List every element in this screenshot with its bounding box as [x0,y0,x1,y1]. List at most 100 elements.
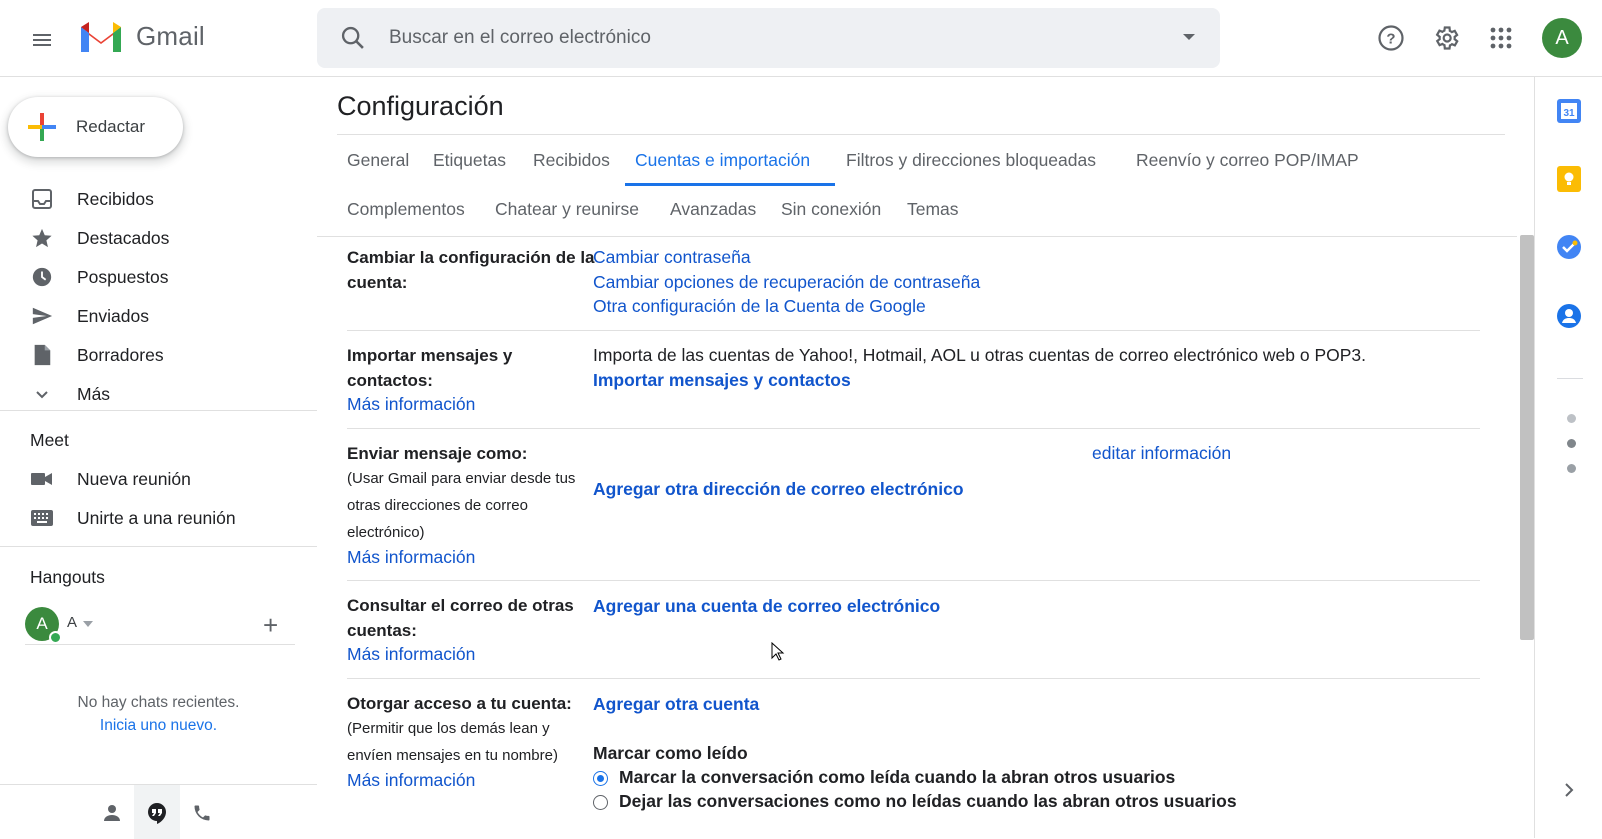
leave-unread-option-label[interactable]: Dejar las conversaciones como no leídas … [619,791,1237,812]
sidebar-item-label: Nueva reunión [77,468,191,489]
hangouts-title: Hangouts [30,567,105,587]
account-avatar[interactable]: A [1542,18,1582,58]
sidebar-item-drafts[interactable]: Borradores [0,335,317,375]
tasks-app[interactable] [1555,233,1583,261]
star-icon [30,226,54,250]
addon-dot[interactable] [1567,414,1576,423]
sidebar-item-new-meeting[interactable]: Nueva reunión [0,459,317,499]
draft-icon [30,343,54,367]
send-as-description: (Usar Gmail para enviar desde tus otras … [347,470,576,541]
gear-icon [1435,26,1459,50]
check-mail-more-info-link[interactable]: Más información [347,644,475,665]
tab-general[interactable]: General [347,150,409,171]
sidebar-item-join-meeting[interactable]: Unirte a una reunión [0,498,317,538]
import-messages-link[interactable]: Importar mensajes y contactos [593,370,851,391]
mark-read-radio[interactable] [593,771,608,786]
settings-button[interactable] [1430,22,1462,54]
help-icon: ? [1378,25,1404,51]
mark-as-read-title: Marcar como leído [593,743,748,763]
add-email-address-link[interactable]: Agregar otra dirección de correo electró… [593,479,964,500]
change-account-label: Cambiar la configuración de la cuenta: [347,248,595,292]
tab-inbox[interactable]: Recibidos [533,150,610,171]
search-input[interactable]: Buscar en el correo electrónico [389,27,651,49]
apps-grid-icon [1490,27,1512,49]
tab-advanced[interactable]: Avanzadas [670,199,756,220]
svg-text:31: 31 [1563,108,1575,119]
divider [347,678,1480,679]
divider [25,644,295,645]
gmail-logo[interactable]: Gmail [78,18,205,54]
grant-access-more-info-link[interactable]: Más información [347,770,475,791]
no-chats-text: No hay chats recientes. [77,694,240,711]
app-name: Gmail [136,20,205,51]
tab-labels[interactable]: Etiquetas [433,150,506,171]
change-recovery-link[interactable]: Cambiar opciones de recuperación de cont… [593,272,980,293]
tab-forwarding[interactable]: Reenvío y correo POP/IMAP [1136,150,1359,171]
search-bar[interactable]: Buscar en el correo electrónico [317,8,1220,68]
divider [1557,378,1583,379]
addon-dot[interactable] [1567,464,1576,473]
tab-addons[interactable]: Complementos [347,199,465,220]
sidebar-item-label: Más [77,383,111,404]
add-another-account-link[interactable]: Agregar otra cuenta [593,694,759,715]
google-account-settings-link[interactable]: Otra configuración de la Cuenta de Googl… [593,296,926,317]
phone-icon [194,805,210,821]
tab-filters[interactable]: Filtros y direcciones bloqueadas [846,150,1096,171]
divider [317,236,1517,237]
tab-offline[interactable]: Sin conexión [781,199,881,220]
new-chat-plus-icon[interactable]: + [263,612,278,638]
search-icon[interactable] [339,24,367,52]
main-menu-button[interactable] [24,22,60,58]
sidebar-item-label: Enviados [77,305,149,326]
addon-dot[interactable] [1567,439,1576,448]
sidebar-item-more[interactable]: Más [0,374,317,414]
keep-icon [1557,166,1581,192]
chevron-right-icon[interactable] [1563,782,1575,798]
contacts-icon [1557,304,1581,328]
hangouts-user[interactable]: A A + [25,607,295,644]
send-icon [30,304,54,328]
tasks-icon [1557,235,1581,259]
help-button[interactable]: ? [1375,22,1407,54]
sidebar-item-starred[interactable]: Destacados [0,218,317,258]
send-as-label: Enviar mensaje como: [347,444,528,463]
hangouts-tab[interactable] [141,797,173,829]
start-new-chat-link[interactable]: Inicia uno nuevo. [0,717,317,735]
sidebar-item-snoozed[interactable]: Pospuestos [0,257,317,297]
send-as-more-info-link[interactable]: Más información [347,547,475,568]
import-more-info-link[interactable]: Más información [347,394,475,415]
contacts-app[interactable] [1555,302,1583,330]
change-password-link[interactable]: Cambiar contraseña [593,247,751,268]
tab-themes[interactable]: Temas [907,199,959,220]
edit-info-link[interactable]: editar información [1092,443,1231,464]
calendar-app[interactable]: 31 [1555,97,1583,125]
person-icon [104,805,120,821]
add-mail-account-link[interactable]: Agregar una cuenta de correo electrónico [593,596,940,617]
hangouts-icon [148,803,166,824]
caret-down-icon[interactable] [83,621,93,627]
sidebar-item-inbox[interactable]: Recibidos [0,179,317,219]
compose-label: Redactar [76,117,145,136]
sidebar-item-sent[interactable]: Enviados [0,296,317,336]
compose-button[interactable]: Redactar [8,97,183,157]
divider [0,410,317,411]
apps-button[interactable] [1485,22,1517,54]
tab-accounts-import[interactable]: Cuentas e importación [635,150,810,171]
tab-chat-meet[interactable]: Chatear y reunirse [495,199,639,220]
check-mail-label: Consultar el correo de otras cuentas: [347,596,574,640]
chevron-down-icon [30,382,54,406]
keyboard-icon [30,506,54,530]
keep-app[interactable] [1555,165,1583,193]
phone-tab[interactable] [186,797,218,829]
search-options-icon[interactable] [1182,32,1196,42]
active-tab-indicator [625,183,835,186]
hamburger-icon [33,34,51,46]
page-title: Configuración [337,91,504,121]
leave-unread-radio[interactable] [593,795,608,810]
sidebar-item-label: Unirte a una reunión [77,507,236,528]
contacts-tab[interactable] [96,797,128,829]
hangouts-user-name: A [67,614,78,631]
top-bar: Gmail Buscar en el correo electrónico ? … [0,0,1602,77]
mark-read-option-label[interactable]: Marcar la conversación como leída cuando… [619,767,1175,788]
scrollbar-thumb[interactable] [1520,235,1534,640]
